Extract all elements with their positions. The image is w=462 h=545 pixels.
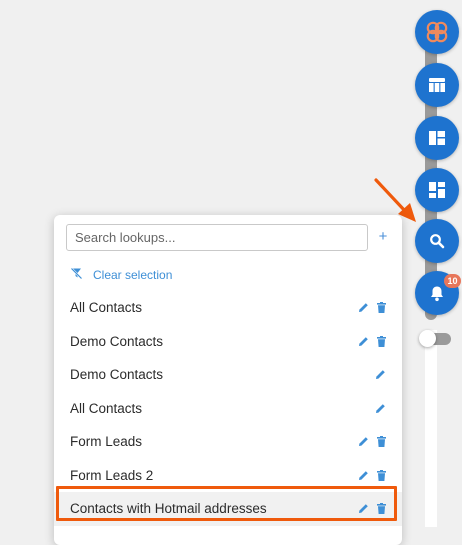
trash-icon[interactable] [377,335,386,347]
bell-icon [429,285,445,302]
dashboard-button[interactable] [415,116,459,160]
pencil-icon[interactable] [358,503,369,514]
pencil-icon[interactable] [375,369,386,380]
pencil-icon[interactable] [358,470,369,481]
lookup-item-label: Form Leads [70,434,143,450]
lookup-item-label: Demo Contacts [70,333,164,349]
trash-icon[interactable] [377,302,386,314]
lookup-item-label: All Contacts [70,300,143,316]
trash-icon[interactable] [377,469,386,481]
add-lookup-button[interactable]: + [374,228,392,246]
search-lookups-input[interactable] [66,224,368,251]
lookups-panel: + Clear selection All Contacts Demo Cont… [54,215,402,545]
lookup-search-button[interactable] [415,219,459,263]
dashboard-layout-icon [428,129,446,147]
table-view-button[interactable] [415,63,459,107]
lookup-item-label: Form Leads 2 [70,467,154,483]
rail-lower-area [425,330,437,527]
pencil-icon[interactable] [358,436,369,447]
lookup-item[interactable]: All Contacts [54,291,402,325]
pencil-icon[interactable] [358,302,369,313]
lookup-item[interactable]: Demo Contacts [54,358,402,392]
toggle-knob [419,330,436,347]
pencil-icon[interactable] [358,336,369,347]
filter-clear-icon [70,267,93,283]
lookup-item[interactable]: Form Leads 2 [54,459,402,493]
rail-toggle[interactable] [419,330,451,347]
clear-selection-link[interactable]: Clear selection [70,266,172,284]
brand-logo-icon [424,19,450,45]
brand-logo-button[interactable] [415,10,459,54]
lookup-item-label: Contacts with Hotmail addresses [70,501,267,517]
pencil-icon[interactable] [375,403,386,414]
notification-count-badge: 10 [444,274,461,288]
widgets-icon [428,181,446,199]
lookup-item-hotmail[interactable]: Contacts with Hotmail addresses [54,492,402,526]
widgets-button[interactable] [415,168,459,212]
lookup-item[interactable]: Demo Contacts [54,325,402,359]
search-icon [429,233,445,249]
table-icon [428,76,446,94]
lookup-item[interactable]: All Contacts [54,392,402,426]
notifications-button[interactable]: 10 [415,271,461,315]
lookup-item[interactable]: Form Leads [54,425,402,459]
trash-icon[interactable] [377,503,386,515]
clear-selection-label: Clear selection [93,268,173,282]
lookup-item-label: All Contacts [70,400,143,416]
lookup-item-label: Demo Contacts [70,367,164,383]
lookup-list: All Contacts Demo Contacts Demo Contacts… [54,291,402,526]
trash-icon[interactable] [377,436,386,448]
